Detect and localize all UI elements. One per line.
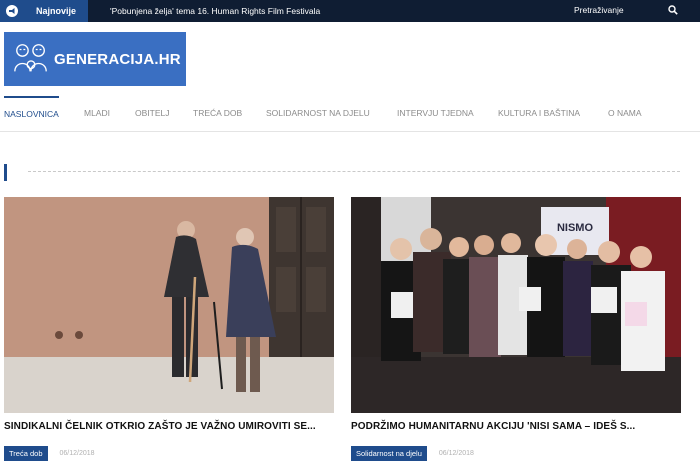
elderly-couple-photo	[4, 197, 334, 413]
article-date: 06/12/2018	[59, 450, 95, 457]
megaphone-icon	[6, 5, 18, 17]
article-card[interactable]: SINDIKALNI ČELNIK OTKRIO ZAŠTO JE VAŽNO …	[4, 197, 334, 461]
article-title[interactable]: PODRŽIMO HUMANITARNU AKCIJU 'NISI SAMA –…	[351, 421, 681, 432]
nav-item-o-nama[interactable]: O NAMA	[608, 96, 642, 132]
article-title[interactable]: SINDIKALNI ČELNIK OTKRIO ZAŠTO JE VAŽNO …	[4, 421, 334, 432]
volunteers-group-photo: NISMO	[351, 197, 681, 413]
search-icon[interactable]	[668, 5, 678, 15]
nav-item-solidarnost-na-djelu[interactable]: SOLIDARNOST NA DJELU	[266, 96, 370, 132]
nav-item-kultura-i-bastina[interactable]: KULTURA I BAŠTINA	[498, 96, 580, 132]
family-logo-icon	[14, 44, 47, 72]
nav-item-mladi[interactable]: MLADI	[84, 96, 110, 132]
article-date: 06/12/2018	[438, 450, 474, 457]
section-divider	[28, 171, 680, 172]
main-navigation: NASLOVNICA MLADI OBITELJ TREĆA DOB SOLID…	[0, 96, 700, 132]
nav-item-naslovnica[interactable]: NASLOVNICA	[4, 96, 59, 132]
article-image[interactable]: NISMO	[351, 197, 681, 413]
search-box	[570, 2, 682, 18]
section-marker	[4, 164, 7, 181]
nav-item-obitelj[interactable]: OBITELJ	[135, 96, 169, 132]
site-logo[interactable]: GENERACIJA.HR	[4, 32, 186, 86]
category-badge[interactable]: Treća dob	[4, 446, 48, 461]
article-card[interactable]: NISMO PODRŽIMO HUMANITARNU AKCIJU 'NISI …	[351, 197, 681, 461]
news-ticker-link[interactable]: 'Pobunjena želja' tema 16. Human Rights …	[110, 0, 320, 22]
latest-news-label[interactable]: Najnovije	[0, 0, 88, 22]
article-meta: Solidarnost na djelu 06/12/2018	[351, 446, 681, 461]
logo-text: GENERACIJA.HR	[54, 50, 181, 68]
latest-news-text: Najnovije	[36, 6, 77, 16]
article-image[interactable]	[4, 197, 334, 413]
nav-item-intervju-tjedna[interactable]: INTERVJU TJEDNA	[397, 96, 474, 132]
article-meta: Treća dob 06/12/2018	[4, 446, 334, 461]
search-input[interactable]	[570, 2, 660, 18]
category-badge[interactable]: Solidarnost na djelu	[351, 446, 427, 461]
nav-item-treca-dob[interactable]: TREĆA DOB	[193, 96, 242, 132]
top-bar: Najnovije 'Pobunjena želja' tema 16. Hum…	[0, 0, 700, 22]
banner-text: NISMO	[557, 222, 594, 234]
